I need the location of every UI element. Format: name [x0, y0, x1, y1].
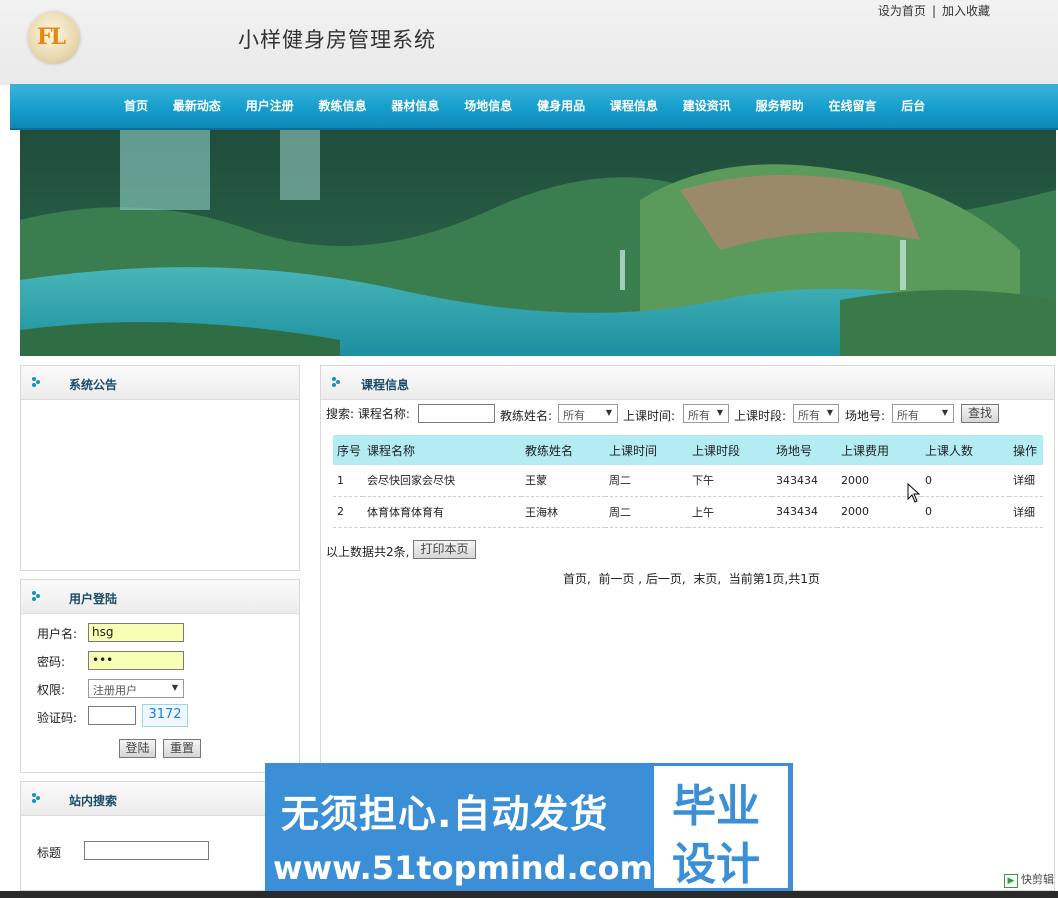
col-time: 上课时间	[605, 435, 688, 465]
nav-courses[interactable]: 课程信息	[610, 97, 658, 114]
col-slot: 上课时段	[688, 435, 772, 465]
detail-link[interactable]: 详细	[1009, 465, 1043, 497]
time-label: 上课时间:	[623, 409, 676, 423]
set-homepage-link[interactable]: 设为首页	[878, 4, 926, 18]
slot-label: 上课时段:	[734, 409, 787, 423]
record-summary: 以上数据共2条,	[326, 545, 410, 559]
chevron-down-icon: ▼	[716, 408, 723, 417]
nav-coaches[interactable]: 教练信息	[319, 97, 367, 114]
mouse-cursor-icon	[907, 483, 921, 503]
col-course-name: 课程名称	[363, 435, 521, 465]
table-header-row: 序号 课程名称 教练姓名 上课时间 上课时段 场地号 上课费用 上课人数 操作	[333, 435, 1043, 465]
venue-label: 场地号:	[845, 409, 886, 423]
reset-button[interactable]: 重置	[163, 739, 201, 758]
nav-supplies[interactable]: 健身用品	[537, 97, 585, 114]
chevron-down-icon: ▼	[171, 683, 178, 692]
detail-link[interactable]: 详细	[1009, 496, 1043, 528]
login-title: 用户登陆	[69, 592, 118, 606]
coach-select[interactable]: 所有 ▼	[558, 404, 618, 423]
login-panel: 用户登陆 用户名: hsg 密码: ••• 权限: 注册用户 ▼ 验证码: 317…	[20, 579, 300, 773]
role-select[interactable]: 注册用户 ▼	[88, 679, 184, 698]
site-search-header: 站内搜索	[21, 782, 299, 816]
table-row: 2 体育体育体育有 王海林 周二 上午 343434 2000 0 详细	[333, 496, 1043, 528]
course-name-input[interactable]	[418, 404, 495, 423]
col-coach: 教练姓名	[521, 435, 605, 465]
col-count: 上课人数	[921, 435, 1009, 465]
nav-venues[interactable]: 场地信息	[464, 97, 512, 114]
chevron-down-icon: ▼	[941, 408, 948, 417]
notice-panel: 系统公告	[20, 365, 300, 571]
venue-select[interactable]: 所有 ▼	[892, 404, 954, 423]
chevron-down-icon: ▼	[826, 408, 833, 417]
username-field[interactable]: hsg	[88, 623, 184, 642]
site-header: FL 小样健身房管理系统 设为首页 | 加入收藏	[0, 0, 1058, 85]
nav-info[interactable]: 建设资讯	[683, 97, 731, 114]
notice-header: 系统公告	[21, 366, 299, 400]
time-select[interactable]: 所有 ▼	[683, 404, 729, 423]
col-fee: 上课费用	[837, 435, 921, 465]
main-nav: 首页 最新动态 用户注册 教练信息 器材信息 场地信息 健身用品 课程信息 建设…	[10, 84, 1058, 130]
nav-messages[interactable]: 在线留言	[828, 97, 876, 114]
notice-title: 系统公告	[69, 378, 118, 392]
nav-help[interactable]: 服务帮助	[756, 97, 804, 114]
nav-admin[interactable]: 后台	[901, 97, 925, 114]
col-venue: 场地号	[772, 435, 837, 465]
col-action: 操作	[1009, 435, 1043, 465]
nav-news[interactable]: 最新动态	[173, 97, 221, 114]
course-title: 课程信息	[361, 378, 410, 392]
bottom-strip	[0, 891, 1058, 898]
bullet-icon	[32, 793, 40, 803]
nav-home[interactable]: 首页	[124, 97, 148, 114]
captcha-image[interactable]: 3172	[142, 704, 188, 727]
login-button[interactable]: 登陆	[119, 739, 156, 758]
site-logo[interactable]: FL	[28, 12, 80, 64]
site-search-input[interactable]	[84, 841, 209, 860]
corner-app-badge: ▶ 快剪辑	[1004, 871, 1054, 888]
watermark-ad: 无须担心.自动发货 www.51topmind.com 毕业 设计	[265, 763, 793, 893]
slot-select[interactable]: 所有 ▼	[793, 404, 839, 423]
site-search-label: 标题	[37, 846, 62, 860]
col-index: 序号	[333, 435, 363, 465]
coach-label: 教练姓名:	[500, 409, 553, 423]
nav-equipment[interactable]: 器材信息	[391, 97, 439, 114]
captcha-field[interactable]	[88, 706, 136, 725]
bullet-icon	[32, 591, 40, 601]
play-icon: ▶	[1004, 874, 1018, 888]
find-button[interactable]: 查找	[961, 404, 999, 423]
watermark-badge: 毕业 设计	[654, 766, 788, 890]
add-favorite-link[interactable]: 加入收藏	[942, 4, 990, 18]
site-search-title: 站内搜索	[69, 794, 118, 808]
pagination[interactable]: 首页, 前一页 , 后一页, 末页, 当前第1页,共1页	[563, 570, 820, 587]
nav-register[interactable]: 用户注册	[246, 97, 294, 114]
bullet-icon	[32, 377, 40, 387]
captcha-label: 验证码:	[37, 711, 78, 725]
course-table: 序号 课程名称 教练姓名 上课时间 上课时段 场地号 上课费用 上课人数 操作 …	[333, 435, 1043, 528]
site-search-panel: 站内搜索 标题	[20, 781, 300, 891]
top-links: 设为首页 | 加入收藏	[877, 4, 990, 18]
password-field[interactable]: •••	[88, 651, 184, 670]
print-button[interactable]: 打印本页	[413, 540, 476, 559]
login-header: 用户登陆	[21, 580, 299, 614]
table-row: 1 会尽快回家会尽快 王蒙 周二 下午 343434 2000 0 详细	[333, 465, 1043, 497]
site-title: 小样健身房管理系统	[238, 28, 436, 52]
role-label: 权限:	[37, 683, 66, 697]
chevron-down-icon: ▼	[605, 408, 612, 417]
password-label: 密码:	[37, 655, 66, 669]
bullet-icon	[332, 377, 340, 387]
username-label: 用户名:	[37, 627, 78, 641]
course-header: 课程信息	[321, 366, 1054, 400]
banner-image	[20, 130, 1056, 356]
course-search-bar: 搜索: 课程名称:	[326, 407, 410, 421]
